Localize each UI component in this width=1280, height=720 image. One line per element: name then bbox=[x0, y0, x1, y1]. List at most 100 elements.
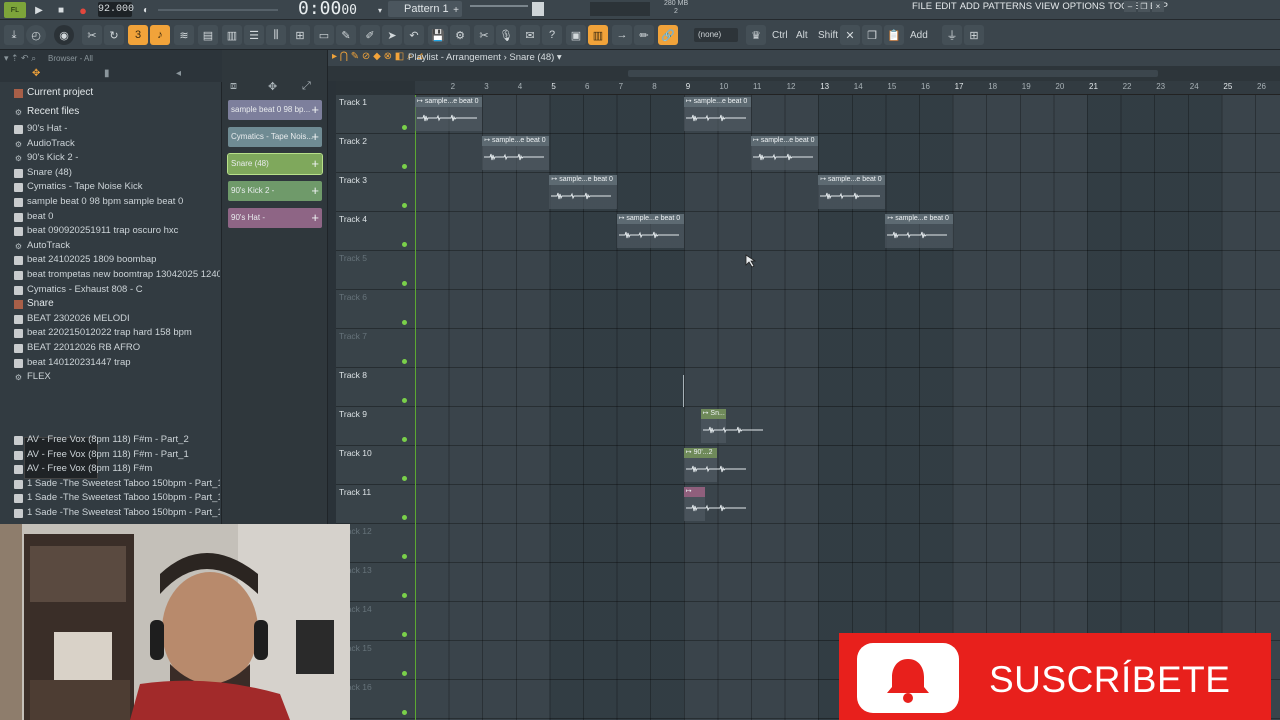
add-clip-icon[interactable]: + bbox=[311, 100, 319, 120]
close-x-icon[interactable]: ✕ bbox=[840, 25, 860, 45]
browser-item[interactable]: beat 220215012022 trap hard 158 bpm bbox=[0, 326, 220, 341]
render-icon[interactable]: ⚙ bbox=[450, 25, 470, 45]
browser-item[interactable]: ⚙ AutoTrack bbox=[0, 239, 220, 254]
track-header[interactable]: Track 8 bbox=[336, 368, 415, 407]
track-mute-led[interactable] bbox=[402, 671, 407, 676]
browser-save-icon[interactable]: ▮ bbox=[104, 68, 110, 79]
add-clip-icon[interactable]: + bbox=[311, 181, 319, 201]
download-icon[interactable]: ⤓ bbox=[4, 25, 24, 45]
track-header[interactable]: Track 11 bbox=[336, 485, 415, 524]
tempo-knob[interactable]: ◉ bbox=[54, 25, 74, 45]
link-icon[interactable]: 🔗 bbox=[658, 25, 678, 45]
help-icon[interactable]: ? bbox=[542, 25, 562, 45]
mic-icon[interactable]: 🎙 bbox=[496, 25, 516, 45]
browser-item[interactable]: BEAT 2302026 MELODI bbox=[0, 312, 220, 327]
track-mute-led[interactable] bbox=[402, 593, 407, 598]
browser-item[interactable]: 90's Hat - bbox=[0, 122, 220, 137]
plugin-picker-icon[interactable]: ⊞ bbox=[290, 25, 310, 45]
horizontal-scrollbar-thumb[interactable] bbox=[628, 70, 1158, 77]
browser-audio-item[interactable]: 1 Sade -The Sweetest Taboo 150bpm - Part… bbox=[0, 477, 220, 492]
stop-icon[interactable]: ■ bbox=[52, 2, 70, 18]
track-header[interactable]: Track 10 bbox=[336, 446, 415, 485]
save-icon[interactable]: 💾 bbox=[428, 25, 448, 45]
brush-icon[interactable]: ✎ bbox=[336, 25, 356, 45]
cut-icon[interactable]: ✂ bbox=[474, 25, 494, 45]
browser-item[interactable]: beat trompetas new boomtrap 13042025 124… bbox=[0, 268, 220, 283]
track-mute-led[interactable] bbox=[402, 242, 407, 247]
browser-back-icon[interactable]: ◂ bbox=[176, 68, 181, 79]
playlist-icon[interactable]: ▤ bbox=[198, 25, 218, 45]
menu-item-view[interactable]: VIEW bbox=[1035, 0, 1059, 14]
menu-item-patterns[interactable]: PATTERNS bbox=[983, 0, 1032, 14]
shift-key[interactable]: Shift bbox=[814, 25, 842, 45]
add-clip-icon[interactable]: + bbox=[311, 208, 319, 228]
audio-clip[interactable]: ↦ sample...e beat 0 bbox=[549, 175, 617, 209]
layout-icon[interactable]: ▣ bbox=[566, 25, 586, 45]
timeline-ruler[interactable]: 2 3 4 5 6 7 8 9 10 11 12 13 14 15 16 17 18 19 20 21 22 23 24 25… bbox=[415, 81, 1280, 95]
ctrl-key[interactable]: Ctrl bbox=[768, 25, 792, 45]
subscribe-banner[interactable]: SUSCRÍBETE bbox=[839, 633, 1271, 720]
track-header[interactable]: Track 5 bbox=[336, 251, 415, 290]
audio-clip[interactable]: ↦ sample...e beat 0 bbox=[683, 97, 751, 131]
audio-clip[interactable]: ↦ bbox=[683, 487, 746, 521]
step-edit-icon[interactable]: ♪ bbox=[150, 25, 170, 45]
browser-item[interactable]: ⚙ AudioTrack bbox=[0, 137, 220, 152]
browser-item[interactable]: Cymatics - Exhaust 808 - C bbox=[0, 283, 220, 298]
track-mute-led[interactable] bbox=[402, 515, 407, 520]
track-mute-led[interactable] bbox=[402, 632, 407, 637]
browser-item[interactable]: Cymatics - Tape Noise Kick bbox=[0, 180, 220, 195]
channel-rack-icon[interactable]: ☰ bbox=[244, 25, 264, 45]
undo-icon[interactable]: ↶ bbox=[404, 25, 424, 45]
picker-item[interactable]: Snare (48) + bbox=[227, 153, 323, 175]
add-pattern-icon[interactable]: + bbox=[450, 2, 462, 18]
piano-icon[interactable]: ▥ bbox=[588, 25, 608, 45]
browser-item[interactable]: beat 0 bbox=[0, 210, 220, 225]
add-clip-icon[interactable]: + bbox=[311, 154, 319, 174]
browser-audio-item[interactable]: AV - Free Vox (8pm 118) F#m bbox=[0, 462, 220, 477]
browser-menu-icon[interactable]: ▾ ⇡ ↶ ⌕ bbox=[4, 53, 36, 64]
track-header[interactable]: Track 7 bbox=[336, 329, 415, 368]
browser-item[interactable]: ⚙ 90's Kick 2 - bbox=[0, 151, 220, 166]
add-button[interactable]: Add bbox=[906, 25, 932, 45]
track-mute-led[interactable] bbox=[402, 320, 407, 325]
scissors-icon[interactable]: ✂ bbox=[82, 25, 102, 45]
record-icon[interactable]: ● bbox=[74, 2, 92, 18]
audio-clip[interactable]: ↦ 90'...2 bbox=[683, 448, 746, 482]
browser-audio-item[interactable]: 1 Sade -The Sweetest Taboo 150bpm - Part… bbox=[0, 491, 220, 506]
chat-icon[interactable]: ✉ bbox=[520, 25, 540, 45]
picker-item[interactable]: 90's Hat - + bbox=[228, 208, 322, 228]
browser-audio-item[interactable]: AV - Free Vox (8pm 118) F#m - Part_2 bbox=[0, 433, 220, 448]
track-header[interactable]: Track 3 bbox=[336, 173, 415, 212]
track-mute-led[interactable] bbox=[402, 437, 407, 442]
stamp-icon[interactable]: ♛ bbox=[746, 25, 766, 45]
grid-icon[interactable]: ⊞ bbox=[964, 25, 984, 45]
snap-selector[interactable]: (none) bbox=[694, 28, 738, 42]
loop-record-icon[interactable]: ↻ bbox=[104, 25, 124, 45]
track-header[interactable]: Track 9 bbox=[336, 407, 415, 446]
alt-key[interactable]: Alt bbox=[792, 25, 812, 45]
playlist-grid[interactable]: ↦ sample...e beat 0 ↦ sample...e beat 0 ↦ … bbox=[415, 95, 1280, 720]
browser-item[interactable]: Snare bbox=[0, 297, 220, 312]
forward-icon[interactable]: → bbox=[612, 25, 632, 45]
piano-roll-icon[interactable]: ▥ bbox=[222, 25, 242, 45]
browser-item[interactable]: beat 140120231447 trap bbox=[0, 356, 220, 371]
mic-stand-icon[interactable]: ⏚ bbox=[942, 25, 962, 45]
browser-item[interactable]: BEAT 22012026 RB AFRO bbox=[0, 341, 220, 356]
track-mute-led[interactable] bbox=[402, 476, 407, 481]
browser-recent-files[interactable]: ⚙ Recent files bbox=[0, 105, 220, 120]
browser-star-icon[interactable]: ✥ bbox=[32, 68, 40, 79]
audio-clip[interactable]: ↦ sample...e beat 0 bbox=[482, 136, 550, 170]
blend-notes-icon[interactable]: ≋ bbox=[174, 25, 194, 45]
paste-icon[interactable]: 📋 bbox=[884, 25, 904, 45]
pen-icon[interactable]: ✐ bbox=[360, 25, 380, 45]
metronome-icon[interactable]: ◴ bbox=[26, 25, 46, 45]
picker-item[interactable]: Cymatics - Tape Nois... + bbox=[228, 127, 322, 147]
chevron-down-icon[interactable]: ▾ bbox=[557, 52, 562, 63]
countdown-icon[interactable]: 3 bbox=[128, 25, 148, 45]
close-icon[interactable]: × bbox=[1152, 1, 1164, 12]
browser-item[interactable]: ⚙ FLEX bbox=[0, 370, 220, 385]
audio-clip[interactable]: ↦ sample...e beat 0 bbox=[885, 214, 953, 248]
master-pitch-knob[interactable]: ◐ bbox=[140, 2, 152, 18]
subscribe-bell-button[interactable] bbox=[857, 643, 959, 713]
browser-item[interactable]: sample beat 0 98 bpm sample beat 0 bbox=[0, 195, 220, 210]
